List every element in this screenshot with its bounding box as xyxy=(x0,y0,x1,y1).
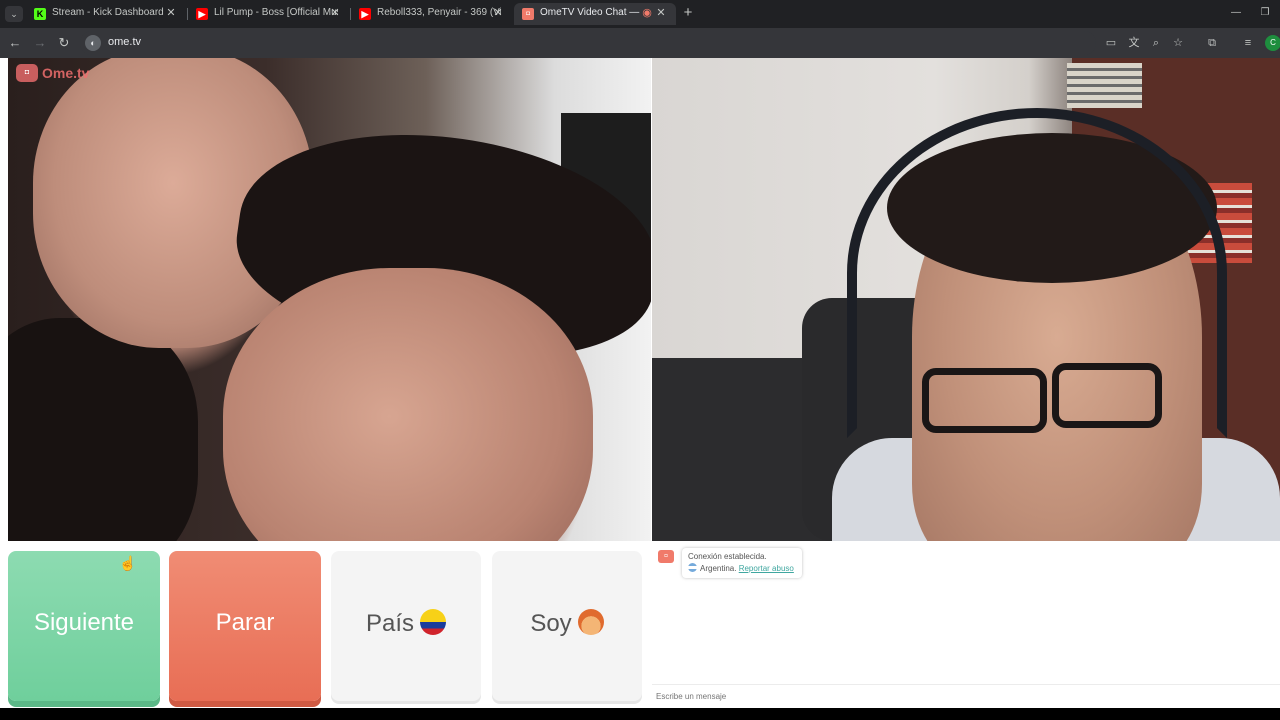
ometv-chat-icon: ◘ xyxy=(658,550,674,563)
close-icon[interactable]: ✕ xyxy=(654,6,668,20)
stop-button-label: Parar xyxy=(215,609,275,636)
reload-icon[interactable]: ↻ xyxy=(56,35,72,51)
video-face-shape xyxy=(223,268,593,541)
youtube-icon: ▶ xyxy=(196,8,208,20)
gender-button-content: Soy xyxy=(492,609,642,638)
tab-title: Reboll333, Penyair - 369 (Video xyxy=(377,7,501,18)
remote-video-feed xyxy=(652,58,1280,541)
minimize-icon[interactable]: — xyxy=(1229,6,1243,20)
local-video-feed: ◘ Ome.tv xyxy=(8,58,651,541)
gender-select-button[interactable]: Soy xyxy=(492,551,642,701)
close-icon[interactable]: ✕ xyxy=(328,6,342,20)
connection-status-text: Conexión establecida. xyxy=(688,552,767,561)
tab-kick-dashboard[interactable]: K Stream - Kick Dashboard ✕ xyxy=(26,3,186,25)
tab-ometv[interactable]: ◘ OmeTV Video Chat — Ome ◉ ✕ xyxy=(514,3,676,25)
bookmark-star-icon[interactable]: ☆ xyxy=(1170,35,1186,51)
cast-icon[interactable]: ▭ xyxy=(1103,35,1119,51)
country-button-content: País xyxy=(331,609,481,638)
chat-panel: ◘ Conexión establecida. Argentina. Repor… xyxy=(652,542,1280,708)
media-controls-icon[interactable]: ≡ xyxy=(1240,35,1256,51)
youtube-icon: ▶ xyxy=(359,8,371,20)
argentina-flag-icon xyxy=(688,563,697,572)
tab-reboll333[interactable]: ▶ Reboll333, Penyair - 369 (Video ✕ xyxy=(351,3,513,25)
gender-button-label: Soy xyxy=(530,610,572,637)
ometv-logo-text: Ome.tv xyxy=(42,65,90,81)
system-message: Conexión establecida. Argentina. Reporta… xyxy=(682,548,802,578)
close-icon[interactable]: ✕ xyxy=(164,6,178,20)
tab-title: OmeTV Video Chat — Ome xyxy=(540,7,640,18)
address-bar[interactable]: ◐ ome.tv xyxy=(80,31,1096,55)
ecuador-flag-icon xyxy=(420,609,447,635)
taskbar-strip xyxy=(0,708,1280,720)
mouse-pointer-icon: ☝ xyxy=(119,555,137,571)
ometv-icon: ◘ xyxy=(522,8,534,20)
close-icon[interactable]: ✕ xyxy=(491,6,505,20)
tab-lil-pump[interactable]: ▶ Lil Pump - Boss [Official Music V ✕ xyxy=(188,3,350,25)
books xyxy=(1067,63,1142,108)
chat-message-input[interactable] xyxy=(652,684,1280,708)
glasses-lens xyxy=(1052,363,1162,428)
new-tab-icon[interactable]: + xyxy=(680,5,696,21)
tab-search-chevron-icon[interactable]: ⌄ xyxy=(5,6,23,22)
profile-avatar[interactable]: C xyxy=(1265,35,1280,51)
report-abuse-link[interactable]: Reportar abuso xyxy=(739,564,794,573)
partner-country-line: Argentina. Reportar abuso xyxy=(688,563,796,575)
video-hair-shape xyxy=(8,318,198,541)
zoom-icon[interactable]: ⌕ xyxy=(1148,35,1164,51)
site-info-icon[interactable]: ◐ xyxy=(85,35,101,51)
kick-icon: K xyxy=(34,8,46,20)
boy-icon xyxy=(577,609,604,635)
glasses-lens xyxy=(922,368,1047,433)
extensions-icon[interactable]: ⧉ xyxy=(1204,35,1220,51)
ometv-logo-icon: ◘ xyxy=(16,64,38,82)
ometv-page: ◘ Ome.tv Siguiente Parar País Soy ☝ ◘ Co… xyxy=(0,58,1280,708)
translate-icon[interactable]: 文 xyxy=(1126,35,1142,51)
back-icon[interactable]: ← xyxy=(7,35,23,51)
browser-toolbar: ← → ↻ ◐ ome.tv ▭ 文 ⌕ ☆ ⧉ ≡ C xyxy=(0,28,1280,58)
tab-title: Stream - Kick Dashboard xyxy=(52,7,164,18)
url-text: ome.tv xyxy=(108,36,142,48)
country-button-label: País xyxy=(365,610,415,637)
tab-title: Lil Pump - Boss [Official Music V xyxy=(214,7,338,18)
restore-icon[interactable]: ❐ xyxy=(1258,6,1272,20)
next-button[interactable]: Siguiente xyxy=(8,551,160,701)
recording-icon: ◉ xyxy=(642,7,652,19)
next-button-label: Siguiente xyxy=(33,609,135,636)
country-filter-button[interactable]: País xyxy=(331,551,481,701)
partner-country-text: Argentina. xyxy=(700,564,737,573)
browser-tab-strip: ⌄ K Stream - Kick Dashboard ✕ ▶ Lil Pump… xyxy=(0,0,1280,28)
stop-button[interactable]: Parar xyxy=(169,551,321,701)
forward-icon[interactable]: → xyxy=(32,35,48,51)
